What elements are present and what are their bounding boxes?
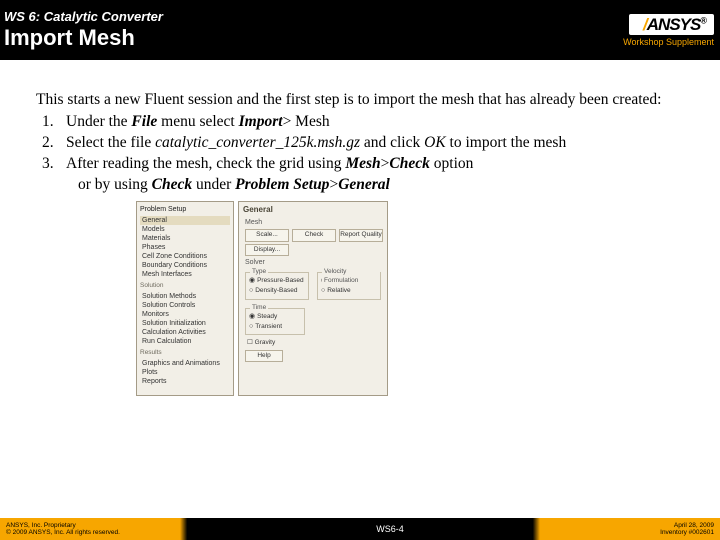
report-quality-button[interactable]: Report Quality: [339, 229, 383, 241]
display-button[interactable]: Display...: [245, 244, 289, 256]
tree-item[interactable]: Cell Zone Conditions: [140, 252, 230, 261]
step-2: 2.Select the file catalytic_converter_12…: [42, 133, 684, 153]
check-button[interactable]: Check: [292, 229, 336, 241]
intro-text: This starts a new Fluent session and the…: [36, 90, 684, 110]
slide-title: Import Mesh: [4, 25, 163, 51]
tree-panel: Problem Setup General Models Materials P…: [136, 201, 234, 396]
time-fieldset: Time Steady Transient: [245, 308, 305, 336]
solver-label: Solver: [245, 258, 383, 267]
tree-item[interactable]: Materials: [140, 234, 230, 243]
step-list: 1.Under the File menu select Import> Mes…: [36, 112, 684, 195]
tree-item[interactable]: Phases: [140, 243, 230, 252]
tree-item[interactable]: Monitors: [140, 310, 230, 319]
header-left: WS 6: Catalytic Converter Import Mesh: [4, 9, 163, 51]
velocity-fieldset: Velocity Formulation Absolute Relative: [317, 272, 381, 300]
tree-item-general[interactable]: General: [140, 216, 230, 225]
ansys-logo: /ANSYS®: [629, 14, 714, 35]
tree-item[interactable]: Mesh Interfaces: [140, 270, 230, 279]
header-right: /ANSYS® Workshop Supplement: [623, 14, 714, 47]
gravity-checkbox[interactable]: Gravity: [247, 339, 379, 347]
tree-section-results: Results: [140, 349, 230, 357]
workshop-supplement: Workshop Supplement: [623, 37, 714, 47]
slide-header: WS 6: Catalytic Converter Import Mesh /A…: [0, 0, 720, 60]
step-3: 3.After reading the mesh, check the grid…: [42, 154, 684, 194]
general-panel: General Mesh Scale... Check Report Quali…: [238, 201, 388, 396]
type-pressure-radio[interactable]: Pressure-Based: [249, 276, 305, 286]
tree-item[interactable]: Reports: [140, 377, 230, 386]
tree-title: Problem Setup: [140, 205, 230, 214]
mesh-label: Mesh: [245, 218, 383, 227]
tree-item[interactable]: Boundary Conditions: [140, 261, 230, 270]
screenshot-row: Problem Setup General Models Materials P…: [136, 201, 684, 396]
footer-page: WS6-4: [376, 524, 404, 534]
step-1: 1.Under the File menu select Import> Mes…: [42, 112, 684, 132]
footer-left: ANSYS, Inc. Proprietary © 2009 ANSYS, In…: [6, 522, 120, 536]
tree-section-solution: Solution: [140, 282, 230, 290]
tree-item[interactable]: Solution Controls: [140, 301, 230, 310]
type-density-radio[interactable]: Density-Based: [249, 286, 305, 296]
tree-item[interactable]: Run Calculation: [140, 337, 230, 346]
workshop-line: WS 6: Catalytic Converter: [4, 9, 163, 24]
step-3-cont: or by using Check under Problem Setup>Ge…: [42, 175, 684, 195]
time-steady-radio[interactable]: Steady: [249, 312, 301, 322]
tree-item[interactable]: Solution Methods: [140, 292, 230, 301]
tree-item[interactable]: Models: [140, 225, 230, 234]
general-title: General: [243, 205, 383, 215]
footer-right: April 28, 2009 Inventory #002601: [660, 522, 714, 536]
vel-relative-radio[interactable]: Relative: [321, 286, 377, 296]
tree-item[interactable]: Graphics and Animations: [140, 359, 230, 368]
scale-button[interactable]: Scale...: [245, 229, 289, 241]
tree-item[interactable]: Plots: [140, 368, 230, 377]
tree-item[interactable]: Solution Initialization: [140, 319, 230, 328]
type-fieldset: Type Pressure-Based Density-Based: [245, 272, 309, 300]
help-button[interactable]: Help: [245, 350, 283, 362]
tree-item[interactable]: Calculation Activities: [140, 328, 230, 337]
slide-footer: ANSYS, Inc. Proprietary © 2009 ANSYS, In…: [0, 518, 720, 540]
time-transient-radio[interactable]: Transient: [249, 322, 301, 332]
slide-body: This starts a new Fluent session and the…: [0, 60, 720, 396]
